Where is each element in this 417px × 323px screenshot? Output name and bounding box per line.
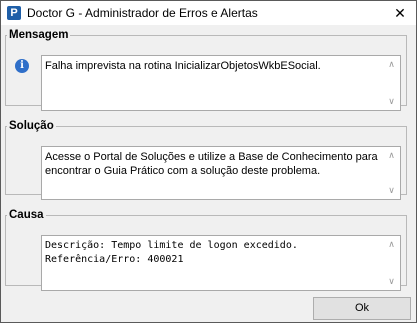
mensagem-textbox[interactable]: Falha imprevista na rotina InicializarOb… xyxy=(41,55,401,111)
mensagem-scrollbar[interactable]: ∧ ∨ xyxy=(383,56,400,110)
causa-group: Causa Descrição: Tempo limite de logon e… xyxy=(5,209,407,291)
scroll-up-icon[interactable]: ∧ xyxy=(383,56,400,73)
mensagem-group: Mensagem i Falha imprevista na rotina In… xyxy=(5,29,407,111)
scroll-up-icon[interactable]: ∧ xyxy=(383,236,400,253)
scroll-down-icon[interactable]: ∨ xyxy=(383,93,400,110)
mensagem-text: Falha imprevista na rotina InicializarOb… xyxy=(45,60,321,72)
solucao-label: Solução xyxy=(9,120,54,132)
solucao-text: Acesse o Portal de Soluções e utilize a … xyxy=(45,151,381,177)
dialog-window: P Doctor G - Administrador de Erros e Al… xyxy=(0,0,417,323)
causa-label: Causa xyxy=(9,209,44,221)
scroll-up-icon[interactable]: ∧ xyxy=(383,147,400,164)
close-button[interactable]: ✕ xyxy=(390,3,410,23)
scroll-down-icon[interactable]: ∨ xyxy=(383,182,400,199)
ok-button[interactable]: Ok xyxy=(313,297,411,320)
mensagem-label: Mensagem xyxy=(9,29,69,41)
app-logo-icon: P xyxy=(7,6,21,20)
scroll-down-icon[interactable]: ∨ xyxy=(383,273,400,290)
info-icon: i xyxy=(15,59,29,73)
solucao-group: Solução Acesse o Portal de Soluções e ut… xyxy=(5,120,407,200)
solucao-scrollbar[interactable]: ∧ ∨ xyxy=(383,147,400,199)
causa-scrollbar[interactable]: ∧ ∨ xyxy=(383,236,400,290)
solucao-textbox[interactable]: Acesse o Portal de Soluções e utilize a … xyxy=(41,146,401,200)
causa-textbox[interactable]: Descrição: Tempo limite de logon excedid… xyxy=(41,235,401,291)
causa-text: Descrição: Tempo limite de logon excedid… xyxy=(45,240,298,265)
window-title: Doctor G - Administrador de Erros e Aler… xyxy=(27,6,258,20)
title-bar: P Doctor G - Administrador de Erros e Al… xyxy=(1,1,416,25)
